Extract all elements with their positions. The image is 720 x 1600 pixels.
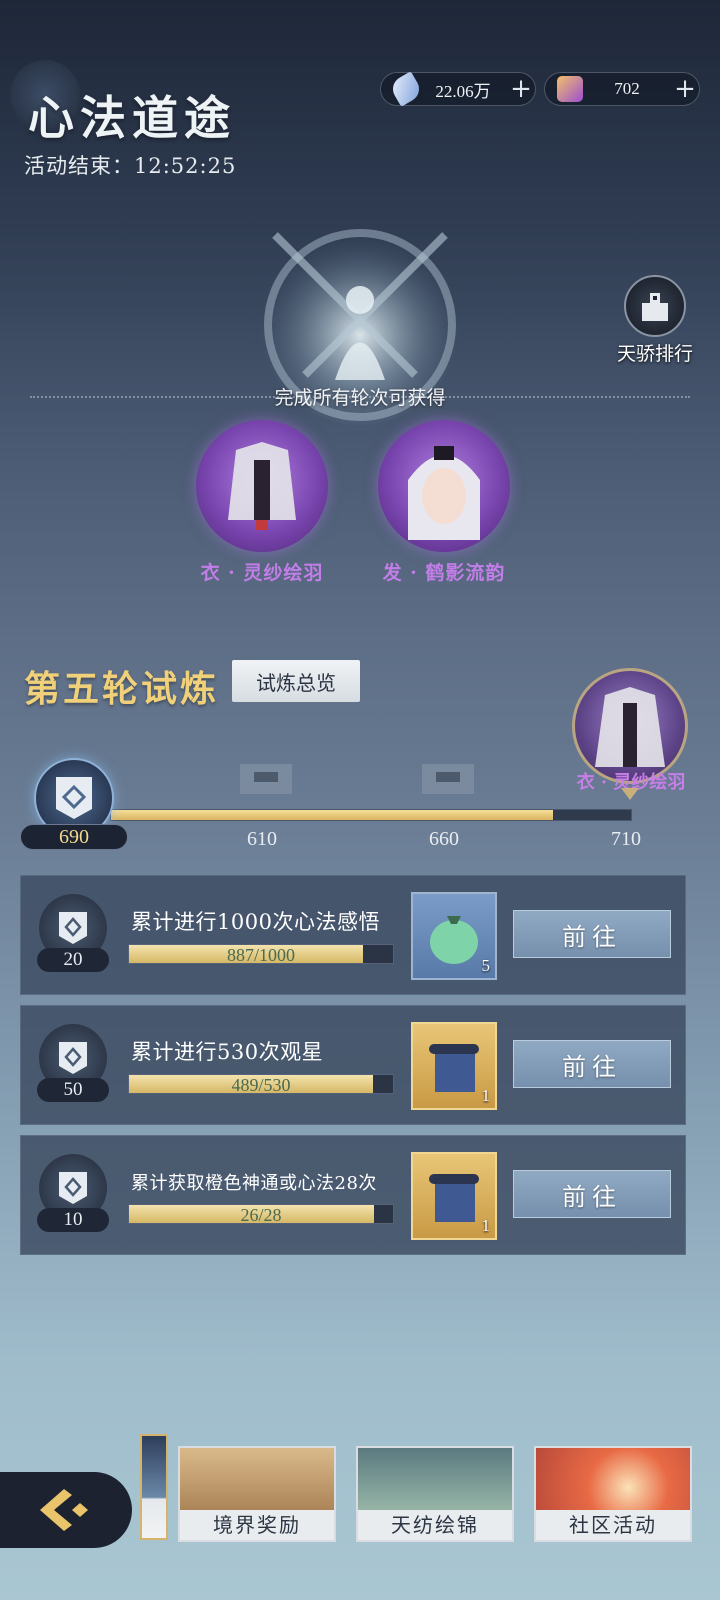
trial-overview-button[interactable]: 试炼总览: [232, 660, 360, 702]
add-currency-button[interactable]: +: [507, 74, 535, 104]
reward-name: 发 · 鹤影流韵: [382, 562, 506, 584]
task-card: 50 累计进行530次观星 489/530 1 前往: [20, 1005, 686, 1125]
milestone-chest-icon[interactable]: [418, 760, 478, 798]
ranking-icon: [624, 275, 686, 337]
task-points: 10: [37, 1208, 109, 1232]
reward-item-outfit[interactable]: 衣 · 灵纱绘羽: [172, 420, 352, 585]
task-points: 20: [37, 948, 109, 972]
nav-label: 境界奖励: [180, 1510, 334, 1540]
community-events-art: [536, 1448, 690, 1514]
task-reward-item[interactable]: 1: [411, 1152, 497, 1240]
side-tab[interactable]: [140, 1434, 168, 1540]
back-button[interactable]: [0, 1472, 132, 1548]
currency-value: 22.06万: [435, 81, 491, 101]
task-title: 累计进行530次观星: [131, 1040, 324, 1064]
nav-realm-rewards[interactable]: 境界奖励: [178, 1446, 336, 1542]
back-arrow-icon: [40, 1489, 88, 1531]
go-button[interactable]: 前往: [513, 1040, 671, 1088]
go-button[interactable]: 前往: [513, 910, 671, 958]
nav-label: 社区活动: [536, 1510, 690, 1540]
milestone-label: 660: [429, 828, 459, 850]
round-title: 第五轮试炼: [24, 668, 220, 710]
item-count: 1: [481, 1086, 491, 1105]
item-count: 5: [481, 956, 491, 975]
nav-label: 天纺绘锦: [358, 1510, 512, 1540]
outfit-reward-icon: [196, 420, 328, 552]
task-points: 50: [37, 1078, 109, 1102]
event-countdown: 活动结束：12:52:25: [24, 154, 237, 178]
task-progress-text: 26/28: [240, 1205, 282, 1225]
reward-caption-text: 完成所有轮次可获得: [274, 387, 446, 409]
milestone-label: 610: [247, 828, 277, 850]
currency-value: 702: [614, 79, 640, 98]
item-count: 1: [481, 1216, 491, 1235]
hair-reward-icon: [378, 420, 510, 552]
task-progress-text: 887/1000: [226, 945, 295, 965]
task-title: 累计进行1000次心法感悟: [131, 910, 380, 934]
task-reward-item[interactable]: 5: [411, 892, 497, 980]
task-progress-bar: 489/530: [128, 1074, 394, 1095]
round-progress-fill: [111, 810, 553, 820]
ranking-button[interactable]: 天骄排行: [610, 275, 700, 366]
task-reward-item[interactable]: 1: [411, 1022, 497, 1110]
page-title: 心法道途: [28, 91, 236, 145]
final-reward-pin: [621, 788, 639, 800]
ranking-label: 天骄排行: [616, 343, 693, 365]
task-progress-text: 489/530: [231, 1075, 291, 1095]
realm-rewards-art: [180, 1448, 334, 1514]
currency-token: 702 +: [544, 72, 700, 106]
reward-caption: 完成所有轮次可获得: [0, 383, 720, 410]
nav-community-events[interactable]: 社区活动: [534, 1446, 692, 1542]
nav-tianfang[interactable]: 天纺绘锦: [356, 1446, 514, 1542]
milestone-label: 710: [611, 828, 641, 850]
milestone-chest-icon[interactable]: [236, 760, 296, 798]
tianfang-art: [358, 1448, 512, 1514]
purple-token-icon: [557, 76, 583, 102]
task-card: 20 累计进行1000次心法感悟 887/1000 5 前往: [20, 875, 686, 995]
task-progress-bar: 26/28: [128, 1204, 394, 1225]
go-button[interactable]: 前往: [513, 1170, 671, 1218]
task-progress-bar: 887/1000: [128, 944, 394, 965]
current-score: 690: [20, 824, 128, 850]
currency-feather: 22.06万 +: [380, 71, 536, 107]
task-card: 10 累计获取橙色神通或心法28次 26/28 1 前往: [20, 1135, 686, 1255]
final-reward-icon[interactable]: [572, 668, 688, 784]
reward-name: 衣 · 灵纱绘羽: [200, 562, 324, 584]
round-progress-track: [110, 809, 632, 821]
reward-item-hair[interactable]: 发 · 鹤影流韵: [354, 420, 534, 585]
add-currency-button[interactable]: +: [671, 74, 699, 104]
task-title: 累计获取橙色神通或心法28次: [131, 1173, 377, 1194]
